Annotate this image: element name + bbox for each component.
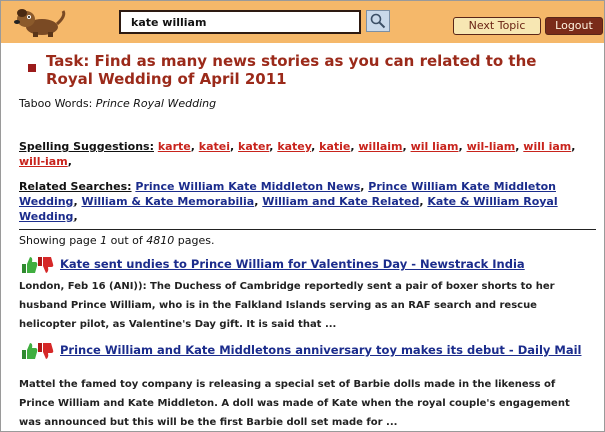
related-searches: Related Searches: Prince William Kate Mi… [19,179,599,224]
top-bar: Next Topic Logout [1,1,604,43]
list-separator: , [458,140,463,153]
spelling-suggestion-link[interactable]: katei [199,140,230,153]
spelling-suggestions-label: Spelling Suggestions: [19,140,154,153]
spelling-suggestion-link[interactable]: willaim [358,140,402,153]
list-separator: , [311,140,316,153]
list-separator: , [269,140,274,153]
result-snippet: London, Feb 16 (ANI)): The Duchess of Ca… [19,281,555,330]
taboo-value: Prince Royal Wedding [95,97,217,110]
list-separator: , [419,195,424,208]
result-title-link[interactable]: Prince William and Kate Middletons anniv… [60,343,590,358]
related-search-link[interactable]: William & Kate Memorabilia [81,195,254,208]
list-separator: , [350,140,355,153]
spelling-suggestion-link[interactable]: katie [319,140,350,153]
paging-page: 1 [100,234,108,247]
dog-mascot-icon[interactable] [11,6,69,38]
next-topic-button[interactable]: Next Topic [453,17,541,35]
list-separator: , [402,140,407,153]
thumbs-vote-icon [22,257,54,273]
paging-total: 4810 [146,234,175,247]
list-separator: , [73,210,78,223]
list-separator: , [515,140,520,153]
search-input[interactable] [119,10,361,34]
spelling-suggestion-link[interactable]: will iam [523,140,571,153]
thumbs-up-icon[interactable] [22,343,38,359]
related-searches-label: Related Searches: [19,180,132,193]
paging-info: Showing page 1 out of 4810 pages. [19,234,215,247]
result-snippet: Mattel the famed toy company is releasin… [19,379,570,428]
task-bullet-icon [28,64,36,72]
list-separator: , [73,195,78,208]
spelling-suggestion-link[interactable]: karte [158,140,191,153]
taboo-words: Taboo Words: Prince Royal Wedding [19,97,216,110]
paging-middle: out of [110,234,143,247]
search-button[interactable] [366,10,390,32]
list-separator: , [571,140,576,153]
related-search-link[interactable]: Prince William Kate Middleton News [135,180,360,193]
thumbs-up-icon[interactable] [22,257,38,273]
logout-button[interactable]: Logout [545,17,603,35]
spelling-suggestion-link[interactable]: katey [277,140,311,153]
task-title: Task: Find as many news stories as you c… [46,52,537,88]
list-separator: , [190,140,195,153]
magnifier-icon [370,13,386,29]
related-search-link[interactable]: William and Kate Related [262,195,419,208]
spelling-suggestion-link[interactable]: wil-liam [467,140,516,153]
thumbs-down-icon[interactable] [38,343,54,359]
result-title-link[interactable]: Kate sent undies to Prince William for V… [60,257,590,272]
thumbs-vote-icon [22,343,54,359]
spelling-suggestion-link[interactable]: wil liam [411,140,459,153]
list-separator: , [360,180,365,193]
divider [19,229,596,230]
paging-prefix: Showing page [19,234,97,247]
paging-suffix: pages. [177,234,215,247]
thumbs-down-icon[interactable] [38,257,54,273]
list-separator: , [229,140,235,153]
app-frame: Next Topic Logout Task: Find as many new… [0,0,605,432]
list-separator: , [67,155,72,168]
spelling-suggestions: Spelling Suggestions: karte, katei, kate… [19,139,589,169]
spelling-suggestion-link[interactable]: kater [238,140,269,153]
taboo-label: Taboo Words: [19,97,93,110]
list-separator: , [254,195,259,208]
spelling-suggestion-link[interactable]: will-iam [19,155,68,168]
